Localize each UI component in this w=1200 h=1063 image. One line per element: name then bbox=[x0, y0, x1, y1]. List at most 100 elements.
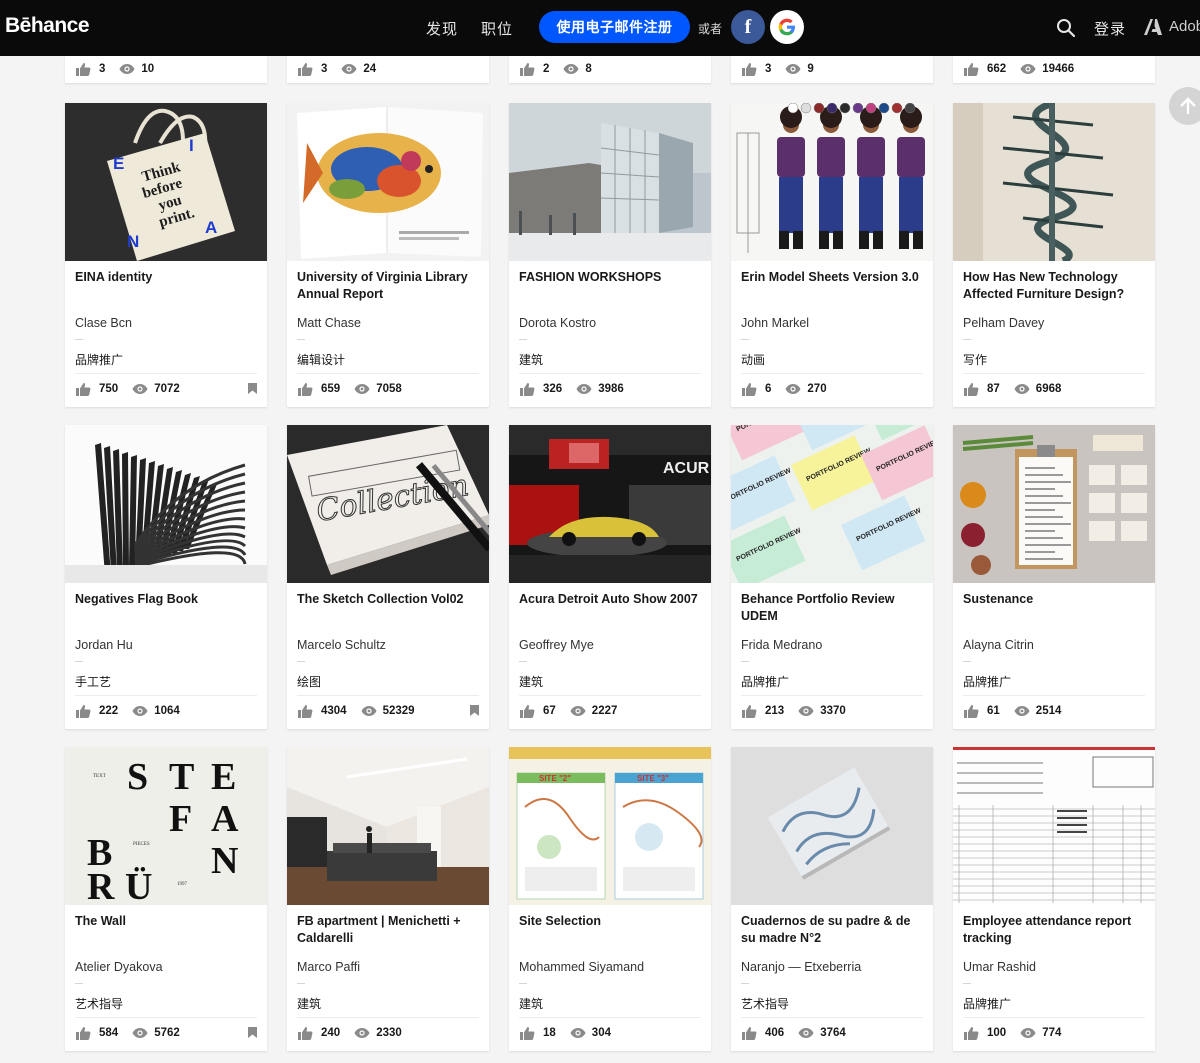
svg-text:TEXT: TEXT bbox=[93, 774, 106, 779]
project-owner[interactable]: Umar Rashid bbox=[963, 960, 1036, 974]
project-field[interactable]: 品牌推广 bbox=[75, 351, 123, 368]
adobe-icon[interactable] bbox=[1144, 18, 1162, 36]
view-count: 774 bbox=[1042, 1027, 1062, 1039]
project-field[interactable]: 艺术指导 bbox=[741, 995, 789, 1012]
project-thumbnail[interactable] bbox=[509, 103, 711, 261]
project-title[interactable]: EINA identity bbox=[75, 269, 259, 286]
project-card[interactable]: Erin Model Sheets Version 3.0 John Marke… bbox=[731, 103, 933, 407]
project-card-partial[interactable]: 3 24 bbox=[287, 56, 489, 83]
project-card[interactable]: STE FA BN RÜ TEXT PIECES 1997 The Wall Ate… bbox=[65, 747, 267, 1051]
project-field[interactable]: 建筑 bbox=[519, 351, 543, 368]
login-link[interactable]: 登录 bbox=[1094, 18, 1126, 39]
project-card[interactable]: Sustenance Alayna Citrin 品牌推广 61 2514 bbox=[953, 425, 1155, 729]
behance-logo[interactable]: Bēhance bbox=[5, 14, 90, 38]
project-owner[interactable]: Marcelo Schultz bbox=[297, 638, 386, 652]
project-thumbnail[interactable]: SITE "2" SITE "3" bbox=[509, 747, 711, 905]
view-count: 10 bbox=[141, 63, 155, 75]
project-owner[interactable]: Geoffrey Mye bbox=[519, 638, 594, 652]
project-title[interactable]: Site Selection bbox=[519, 913, 703, 930]
project-card[interactable]: Think before you print. EI NA EINA ident… bbox=[65, 103, 267, 407]
project-owner[interactable]: Clase Bcn bbox=[75, 316, 132, 330]
signup-email-button[interactable]: 使用电子邮件注册 bbox=[539, 11, 690, 43]
project-field[interactable]: 品牌推广 bbox=[963, 995, 1011, 1012]
project-field[interactable]: 建筑 bbox=[519, 673, 543, 690]
project-card[interactable]: FB apartment | Menichetti + Caldarelli M… bbox=[287, 747, 489, 1051]
project-card[interactable]: FASHION WORKSHOPS Dorota Kostro 建筑 326 3… bbox=[509, 103, 711, 407]
project-thumbnail[interactable]: Collection bbox=[287, 425, 489, 583]
project-title[interactable]: The Wall bbox=[75, 913, 259, 930]
project-title[interactable]: Behance Portfolio Review UDEM bbox=[741, 591, 925, 625]
project-owner[interactable]: Mohammed Siyamand bbox=[519, 960, 644, 974]
project-owner[interactable]: Matt Chase bbox=[297, 316, 361, 330]
project-card-partial[interactable]: 662 19466 bbox=[953, 56, 1155, 83]
svg-text:1997: 1997 bbox=[177, 882, 188, 887]
divider bbox=[75, 339, 83, 340]
project-card[interactable]: SITE "2" SITE "3" Site Selection Mohamme… bbox=[509, 747, 711, 1051]
project-thumbnail[interactable]: STE FA BN RÜ TEXT PIECES 1997 bbox=[65, 747, 267, 905]
project-field[interactable]: 写作 bbox=[963, 351, 987, 368]
project-title[interactable]: The Sketch Collection Vol02 bbox=[297, 591, 481, 608]
bookmark-icon[interactable] bbox=[470, 705, 479, 716]
project-card[interactable]: PORTFOLIO REVIEW PORTFOLIO REVIEW PORTFOLI… bbox=[731, 425, 933, 729]
project-field[interactable]: 编辑设计 bbox=[297, 351, 345, 368]
project-title[interactable]: Acura Detroit Auto Show 2007 bbox=[519, 591, 703, 608]
project-owner[interactable]: Atelier Dyakova bbox=[75, 960, 163, 974]
project-owner[interactable]: Naranjo — Etxeberria bbox=[741, 960, 861, 974]
project-card[interactable]: Collection The Sketch Collection Vol02 M… bbox=[287, 425, 489, 729]
project-thumbnail[interactable] bbox=[287, 747, 489, 905]
project-thumbnail[interactable] bbox=[287, 103, 489, 261]
bookmark-icon[interactable] bbox=[248, 1027, 257, 1038]
project-field[interactable]: 建筑 bbox=[519, 995, 543, 1012]
project-title[interactable]: Employee attendance report tracking bbox=[963, 913, 1147, 947]
nav-jobs-link[interactable]: 职位 bbox=[481, 18, 513, 39]
bookmark-icon[interactable] bbox=[248, 383, 257, 394]
project-card[interactable]: Negatives Flag Book Jordan Hu 手工艺 222 10… bbox=[65, 425, 267, 729]
project-thumbnail[interactable]: Think before you print. EI NA bbox=[65, 103, 267, 261]
facebook-signin-button[interactable]: f bbox=[731, 10, 765, 44]
project-owner[interactable]: Dorota Kostro bbox=[519, 316, 596, 330]
project-title[interactable]: Erin Model Sheets Version 3.0 bbox=[741, 269, 925, 286]
project-thumbnail[interactable] bbox=[953, 103, 1155, 261]
adobe-label[interactable]: Adobe bbox=[1169, 18, 1200, 35]
search-icon[interactable] bbox=[1056, 18, 1076, 38]
project-owner[interactable]: Pelham Davey bbox=[963, 316, 1044, 330]
project-title[interactable]: University of Virginia Library Annual Re… bbox=[297, 269, 481, 303]
project-thumbnail[interactable]: ACUR bbox=[509, 425, 711, 583]
project-card[interactable]: Employee attendance report tracking Umar… bbox=[953, 747, 1155, 1051]
project-owner[interactable]: John Markel bbox=[741, 316, 809, 330]
scroll-to-top-button[interactable] bbox=[1169, 87, 1200, 125]
project-owner[interactable]: Alayna Citrin bbox=[963, 638, 1034, 652]
project-title[interactable]: Negatives Flag Book bbox=[75, 591, 259, 608]
project-card-partial[interactable]: 2 8 bbox=[509, 56, 711, 83]
project-thumbnail[interactable] bbox=[731, 747, 933, 905]
google-signin-button[interactable] bbox=[770, 10, 804, 44]
project-thumbnail[interactable] bbox=[731, 103, 933, 261]
project-field[interactable]: 建筑 bbox=[297, 995, 321, 1012]
project-title[interactable]: Sustenance bbox=[963, 591, 1147, 608]
appreciation-count: 240 bbox=[321, 1027, 341, 1039]
project-title[interactable]: How Has New Technology Affected Furnitur… bbox=[963, 269, 1147, 303]
project-thumbnail[interactable]: PORTFOLIO REVIEW PORTFOLIO REVIEW PORTFOLI… bbox=[731, 425, 933, 583]
project-card-partial[interactable]: 3 10 bbox=[65, 56, 267, 83]
project-title[interactable]: FASHION WORKSHOPS bbox=[519, 269, 703, 286]
project-title[interactable]: Cuadernos de su padre & de su madre N°2 bbox=[741, 913, 925, 947]
project-field[interactable]: 动画 bbox=[741, 351, 765, 368]
project-card[interactable]: University of Virginia Library Annual Re… bbox=[287, 103, 489, 407]
project-field[interactable]: 手工艺 bbox=[75, 673, 111, 690]
project-thumbnail[interactable] bbox=[65, 425, 267, 583]
project-owner[interactable]: Frida Medrano bbox=[741, 638, 822, 652]
project-owner[interactable]: Marco Paffi bbox=[297, 960, 360, 974]
project-thumbnail[interactable] bbox=[953, 425, 1155, 583]
project-card[interactable]: Cuadernos de su padre & de su madre N°2 … bbox=[731, 747, 933, 1051]
project-owner[interactable]: Jordan Hu bbox=[75, 638, 133, 652]
project-card[interactable]: ACUR Acura Detroit Auto Show 2007 Geoffr… bbox=[509, 425, 711, 729]
nav-discover-link[interactable]: 发现 bbox=[426, 18, 458, 39]
project-field[interactable]: 品牌推广 bbox=[963, 673, 1011, 690]
project-title[interactable]: FB apartment | Menichetti + Caldarelli bbox=[297, 913, 481, 947]
project-thumbnail[interactable] bbox=[953, 747, 1155, 905]
project-field[interactable]: 品牌推广 bbox=[741, 673, 789, 690]
project-field[interactable]: 艺术指导 bbox=[75, 995, 123, 1012]
project-field[interactable]: 绘图 bbox=[297, 673, 321, 690]
project-card-partial[interactable]: 3 9 bbox=[731, 56, 933, 83]
project-card[interactable]: How Has New Technology Affected Furnitur… bbox=[953, 103, 1155, 407]
